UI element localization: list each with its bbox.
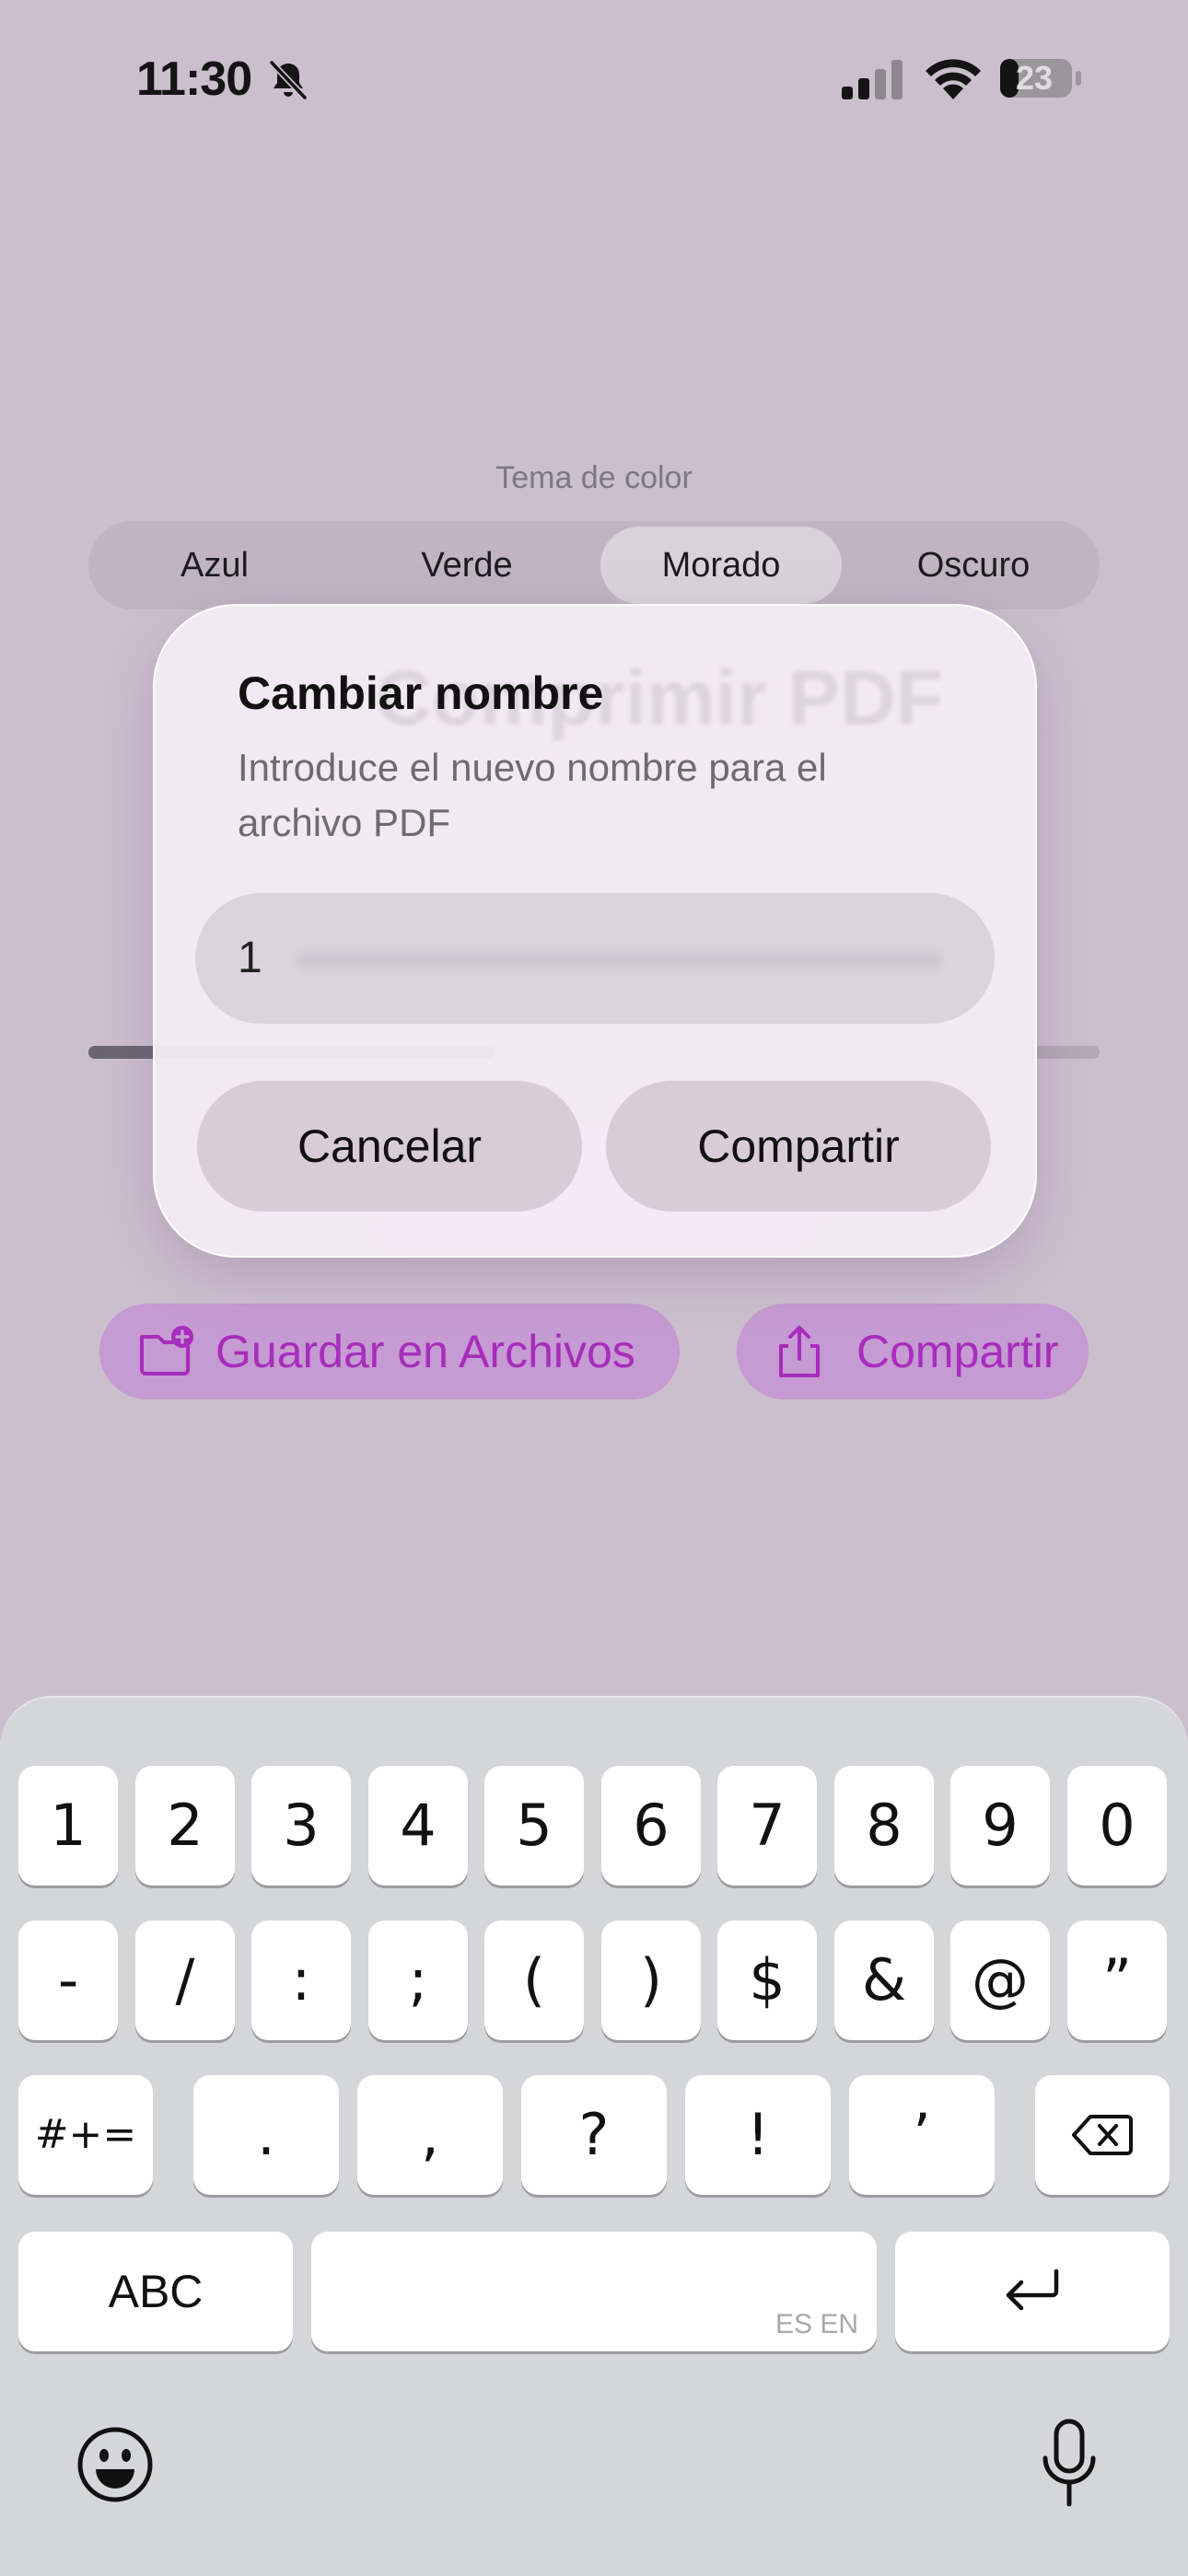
key-row2-9[interactable]: ” (1067, 1920, 1167, 2040)
cancel-button[interactable]: Cancelar (197, 1081, 582, 1212)
share-label: Compartir (856, 1326, 1059, 1377)
key-row3-1[interactable]: , (357, 2075, 503, 2195)
space-languages: ES EN (775, 2309, 858, 2339)
key-row1-3[interactable]: 4 (368, 1766, 468, 1886)
return-icon (1006, 2269, 1059, 2311)
key-row1-9[interactable]: 0 (1067, 1766, 1167, 1886)
cellular-signal-icon (842, 60, 903, 99)
key-row2-5[interactable]: ) (601, 1920, 701, 2040)
key-row1-5[interactable]: 6 (601, 1766, 701, 1886)
theme-label: Tema de color (495, 460, 693, 495)
save-to-files-button[interactable]: Guardar en Archivos (99, 1304, 680, 1399)
key-row2-3[interactable]: ; (368, 1920, 468, 2040)
key-row1-6[interactable]: 7 (717, 1766, 817, 1886)
key-row1-1[interactable]: 2 (135, 1766, 235, 1886)
key-row2-2[interactable]: : (251, 1920, 351, 2040)
emoji-icon[interactable] (76, 2425, 155, 2504)
key-row1-4[interactable]: 5 (484, 1766, 584, 1886)
filename-input-value: 1 (238, 934, 262, 982)
key-row2-0[interactable]: - (18, 1920, 118, 2040)
delete-icon (1072, 2115, 1133, 2155)
theme-option-verde[interactable]: Verde (341, 521, 593, 609)
theme-option-oscuro[interactable]: Oscuro (847, 521, 1100, 609)
folder-add-icon (140, 1326, 193, 1375)
key-row3-4[interactable]: ’ (849, 2075, 995, 2195)
bell-muted-icon (269, 60, 308, 100)
field-background-blur (297, 952, 941, 969)
confirm-share-button[interactable]: Compartir (606, 1081, 991, 1212)
theme-segmented-control: Azul Verde Morado Oscuro (88, 521, 1100, 609)
key-symbols-toggle[interactable]: #+= (18, 2075, 153, 2195)
key-row1-8[interactable]: 9 (950, 1766, 1050, 1886)
dialog-message: Introduce el nuevo nombre para el archiv… (238, 746, 827, 844)
key-row1-7[interactable]: 8 (834, 1766, 934, 1886)
key-row2-1[interactable]: / (135, 1920, 235, 2040)
battery-level: 23 (1015, 59, 1054, 97)
wifi-icon (926, 59, 981, 99)
share-icon (779, 1326, 820, 1377)
status-time: 11:30 (136, 52, 252, 106)
abc-key[interactable]: ABC (18, 2232, 293, 2351)
key-row2-6[interactable]: $ (717, 1920, 817, 2040)
microphone-icon[interactable] (1041, 2418, 1098, 2510)
theme-option-azul[interactable]: Azul (88, 521, 341, 609)
key-row3-2[interactable]: ? (521, 2075, 667, 2195)
filename-input[interactable]: 1 (195, 893, 995, 1024)
return-key[interactable] (895, 2232, 1170, 2351)
key-row1-2[interactable]: 3 (251, 1766, 351, 1886)
save-to-files-label: Guardar en Archivos (215, 1326, 635, 1377)
key-row1-0[interactable]: 1 (18, 1766, 118, 1886)
delete-key[interactable] (1035, 2075, 1170, 2195)
key-row3-0[interactable]: . (193, 2075, 339, 2195)
rename-dialog: Comprimir PDF Cambiar nombre Introduce e… (153, 604, 1037, 1258)
share-button[interactable]: Compartir (737, 1304, 1089, 1399)
key-row2-4[interactable]: ( (484, 1920, 584, 2040)
key-row2-8[interactable]: @ (950, 1920, 1050, 2040)
space-key[interactable]: ES EN (311, 2232, 877, 2351)
theme-option-morado[interactable]: Morado (600, 527, 842, 604)
dialog-title: Cambiar nombre (238, 667, 604, 719)
key-row2-7[interactable]: & (834, 1920, 934, 2040)
key-row3-3[interactable]: ! (685, 2075, 831, 2195)
